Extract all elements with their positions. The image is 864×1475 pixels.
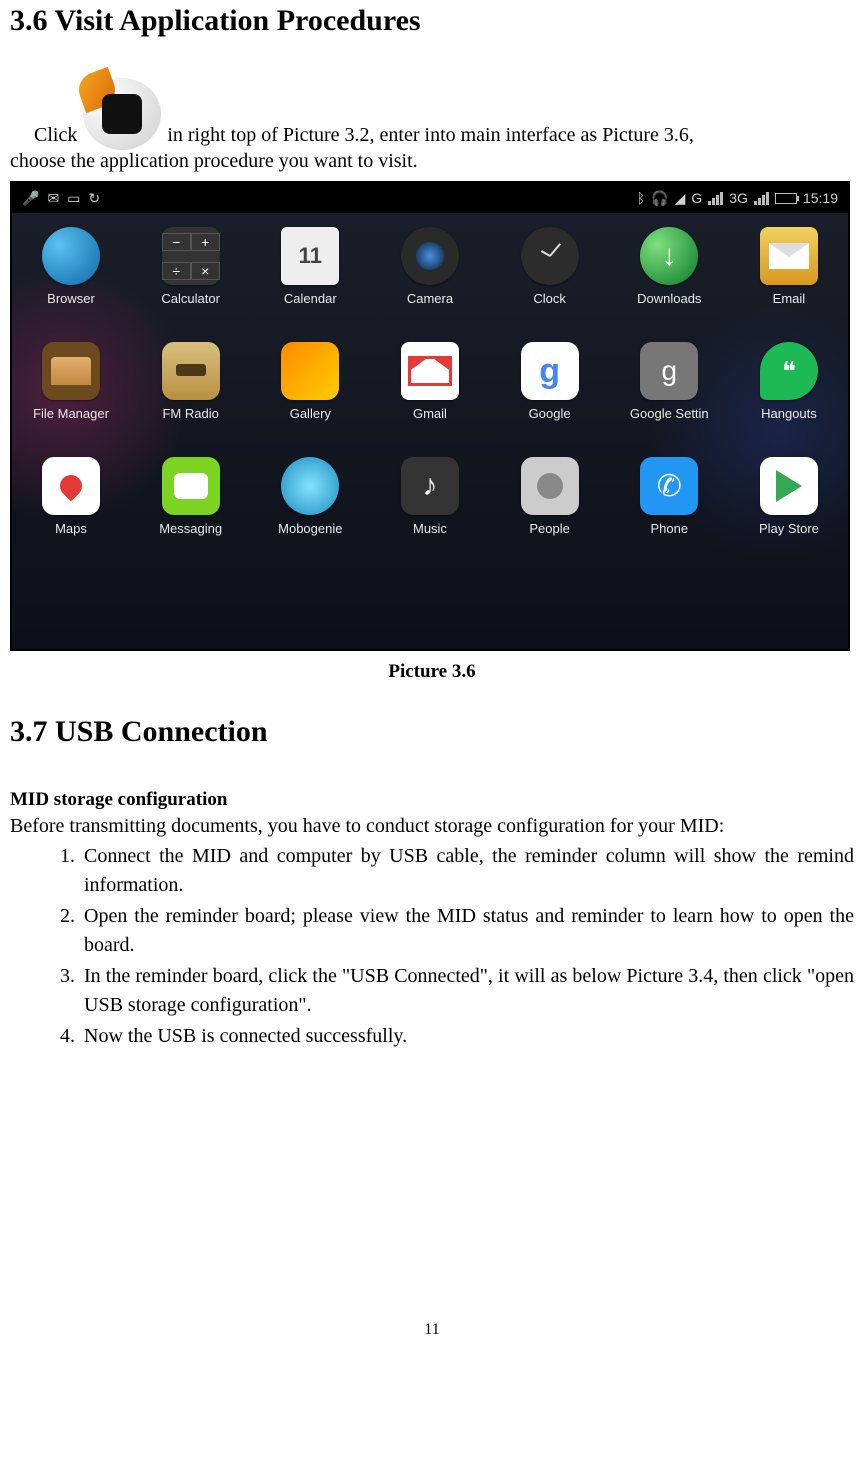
app-google-settin[interactable]: g Google Settin (618, 342, 720, 421)
signal-bars-icon (708, 192, 723, 205)
section-3-6-title: 3.6 Visit Application Procedures (10, 4, 854, 38)
app-calendar[interactable]: 11 Calendar (259, 227, 361, 306)
network-g-label: G (691, 190, 702, 206)
app-hangouts[interactable]: ❝ Hangouts (738, 342, 840, 421)
headphones-icon: 🎧 (651, 190, 668, 207)
gallery-icon (281, 342, 339, 400)
app-label: Gallery (259, 406, 361, 421)
clock-time: 15:19 (803, 190, 838, 206)
app-label: People (499, 521, 601, 536)
hangouts-icon: ❝ (760, 342, 818, 400)
app-label: Google (499, 406, 601, 421)
email-icon (760, 227, 818, 285)
app-label: Messaging (140, 521, 242, 536)
app-google[interactable]: g Google (499, 342, 601, 421)
filemgr-icon (42, 342, 100, 400)
app-label: Maps (20, 521, 122, 536)
play-icon (760, 457, 818, 515)
app-file-manager[interactable]: File Manager (20, 342, 122, 421)
battery-icon (775, 193, 797, 204)
app-label: FM Radio (140, 406, 242, 421)
mobogenie-icon (281, 457, 339, 515)
browser-icon (42, 227, 100, 285)
app-camera[interactable]: Camera (379, 227, 481, 306)
people-icon (521, 457, 579, 515)
app-label: Gmail (379, 406, 481, 421)
app-label: Calculator (140, 291, 242, 306)
prelist-text: Before transmitting documents, you have … (10, 815, 854, 838)
app-fm-radio[interactable]: FM Radio (140, 342, 242, 421)
click-text: Click (34, 120, 77, 150)
app-mobogenie[interactable]: Mobogenie (259, 457, 361, 536)
app-play-store[interactable]: Play Store (738, 457, 840, 536)
app-gmail[interactable]: Gmail (379, 342, 481, 421)
step-item: Open the reminder board; please view the… (80, 902, 854, 960)
app-label: Browser (20, 291, 122, 306)
app-messaging[interactable]: Messaging (140, 457, 242, 536)
app-calculator[interactable]: −+÷× Calculator (140, 227, 242, 306)
sdcard-icon: ▭ (67, 190, 80, 207)
step-item: Connect the MID and computer by USB cabl… (80, 842, 854, 900)
calculator-icon: −+÷× (162, 227, 220, 285)
statusbar: 🎤 ✉ ▭ ↻ ᛒ 🎧 ◢ G 3G 15:19 (12, 183, 848, 213)
gmail-icon (401, 342, 459, 400)
app-label: Google Settin (618, 406, 720, 421)
intro-rest: in right top of Picture 3.2, enter into … (167, 120, 694, 150)
bluetooth-icon: ᛒ (637, 190, 645, 206)
app-label: Downloads (618, 291, 720, 306)
phone-icon: ✆ (640, 457, 698, 515)
intro-line2: choose the application procedure you wan… (10, 150, 854, 173)
app-label: Camera (379, 291, 481, 306)
intro-paragraph: Click in right top of Picture 3.2, enter… (34, 78, 854, 150)
calendar-icon: 11 (281, 227, 339, 285)
signal-bars-2-icon (754, 192, 769, 205)
step-item: In the reminder board, click the "USB Co… (80, 962, 854, 1020)
app-browser[interactable]: Browser (20, 227, 122, 306)
app-people[interactable]: People (499, 457, 601, 536)
app-phone[interactable]: ✆ Phone (618, 457, 720, 536)
app-label: Music (379, 521, 481, 536)
section-3-7-title: 3.7 USB Connection (10, 715, 854, 749)
app-clock[interactable]: Clock (499, 227, 601, 306)
downloads-icon: ↓ (640, 227, 698, 285)
app-downloads[interactable]: ↓ Downloads (618, 227, 720, 306)
app-label: Clock (499, 291, 601, 306)
maps-icon (42, 457, 100, 515)
step-item: Now the USB is connected successfully. (80, 1022, 854, 1051)
network-3g-label: 3G (729, 190, 748, 206)
sync-icon: ↻ (88, 190, 100, 207)
wifi-icon: ◢ (675, 190, 686, 207)
app-label: Hangouts (738, 406, 840, 421)
app-maps[interactable]: Maps (20, 457, 122, 536)
camera-icon (401, 227, 459, 285)
page-number: 11 (10, 1321, 854, 1339)
app-label: Play Store (738, 521, 840, 536)
message-icon: ✉ (47, 190, 59, 207)
app-label: Email (738, 291, 840, 306)
app-label: Calendar (259, 291, 361, 306)
steps-list: Connect the MID and computer by USB cabl… (10, 842, 854, 1051)
apps-button-icon (83, 78, 161, 150)
gsettings-icon: g (640, 342, 698, 400)
app-label: Phone (618, 521, 720, 536)
app-email[interactable]: Email (738, 227, 840, 306)
messaging-icon (162, 457, 220, 515)
microphone-icon: 🎤 (22, 190, 39, 207)
mid-storage-subhead: MID storage configuration (10, 789, 854, 811)
app-music[interactable]: ♪ Music (379, 457, 481, 536)
screenshot-picture-3-6: 🎤 ✉ ▭ ↻ ᛒ 🎧 ◢ G 3G 15:19 Browser −+÷× Calc… (10, 181, 850, 651)
picture-caption: Picture 3.6 (10, 661, 854, 683)
fmradio-icon (162, 342, 220, 400)
app-label: File Manager (20, 406, 122, 421)
app-label: Mobogenie (259, 521, 361, 536)
google-icon: g (521, 342, 579, 400)
apps-grid: Browser −+÷× Calculator 11 Calendar Camera Clo… (12, 223, 848, 649)
app-gallery[interactable]: Gallery (259, 342, 361, 421)
clock-icon (521, 227, 579, 285)
music-icon: ♪ (401, 457, 459, 515)
